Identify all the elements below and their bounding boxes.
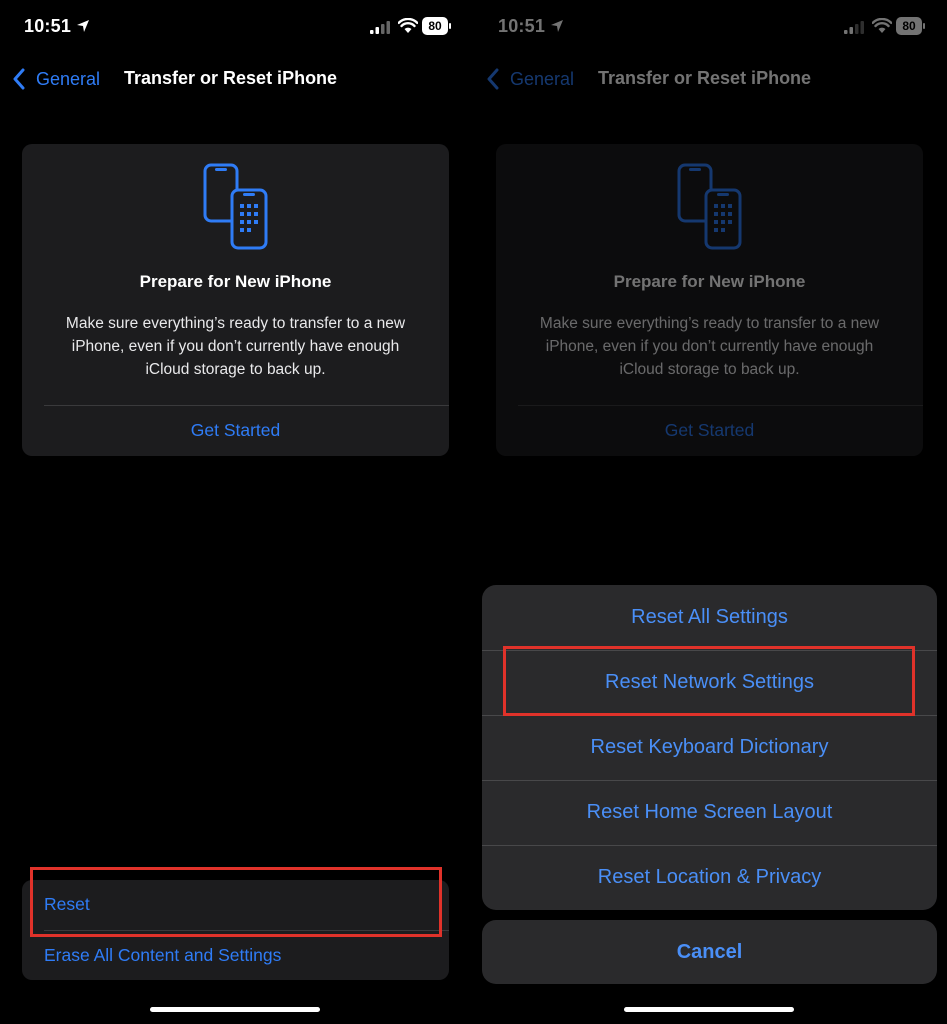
- card-description: Make sure everything’s ready to transfer…: [65, 315, 406, 378]
- left-screen: 10:51 80 General Transfer or Reset iPhon…: [0, 0, 473, 1024]
- chevron-left-icon: [13, 68, 25, 90]
- card-divider: [44, 405, 449, 406]
- right-screen: 10:51 80 General Transfer or Reset iPhon…: [474, 0, 947, 1024]
- battery-level: 80: [422, 17, 448, 35]
- wifi-icon: [398, 18, 418, 33]
- reset-keyboard-dictionary-option[interactable]: Reset Keyboard Dictionary: [482, 715, 937, 780]
- reset-location-privacy-option[interactable]: Reset Location & Privacy: [482, 845, 937, 910]
- erase-all-button[interactable]: Erase All Content and Settings: [44, 945, 281, 966]
- home-indicator: [624, 1007, 794, 1012]
- highlight-box-network: [503, 646, 915, 716]
- reset-action-sheet: Reset All Settings Reset Network Setting…: [482, 585, 937, 910]
- battery-icon: 80: [422, 17, 452, 35]
- status-time: 10:51: [24, 16, 72, 36]
- status-bar: 10:51 80: [0, 14, 473, 40]
- location-arrow-icon: [77, 20, 89, 32]
- page-title: Transfer or Reset iPhone: [124, 68, 338, 88]
- back-label: General: [36, 68, 101, 89]
- nav-bar: General Transfer or Reset iPhone: [0, 62, 473, 96]
- home-indicator: [150, 1007, 320, 1012]
- reset-all-settings-option[interactable]: Reset All Settings: [482, 585, 937, 650]
- card-title: Prepare for New iPhone: [139, 272, 332, 291]
- get-started-button[interactable]: Get Started: [22, 420, 449, 441]
- highlight-box-reset: [30, 867, 442, 937]
- phones-transfer-icon: [203, 163, 268, 250]
- cancel-button[interactable]: Cancel: [482, 920, 937, 984]
- prepare-card: Prepare for New iPhone Make sure everyth…: [22, 144, 449, 456]
- signal-icon: [370, 21, 390, 34]
- reset-home-screen-layout-option[interactable]: Reset Home Screen Layout: [482, 780, 937, 845]
- back-button[interactable]: General: [12, 66, 100, 92]
